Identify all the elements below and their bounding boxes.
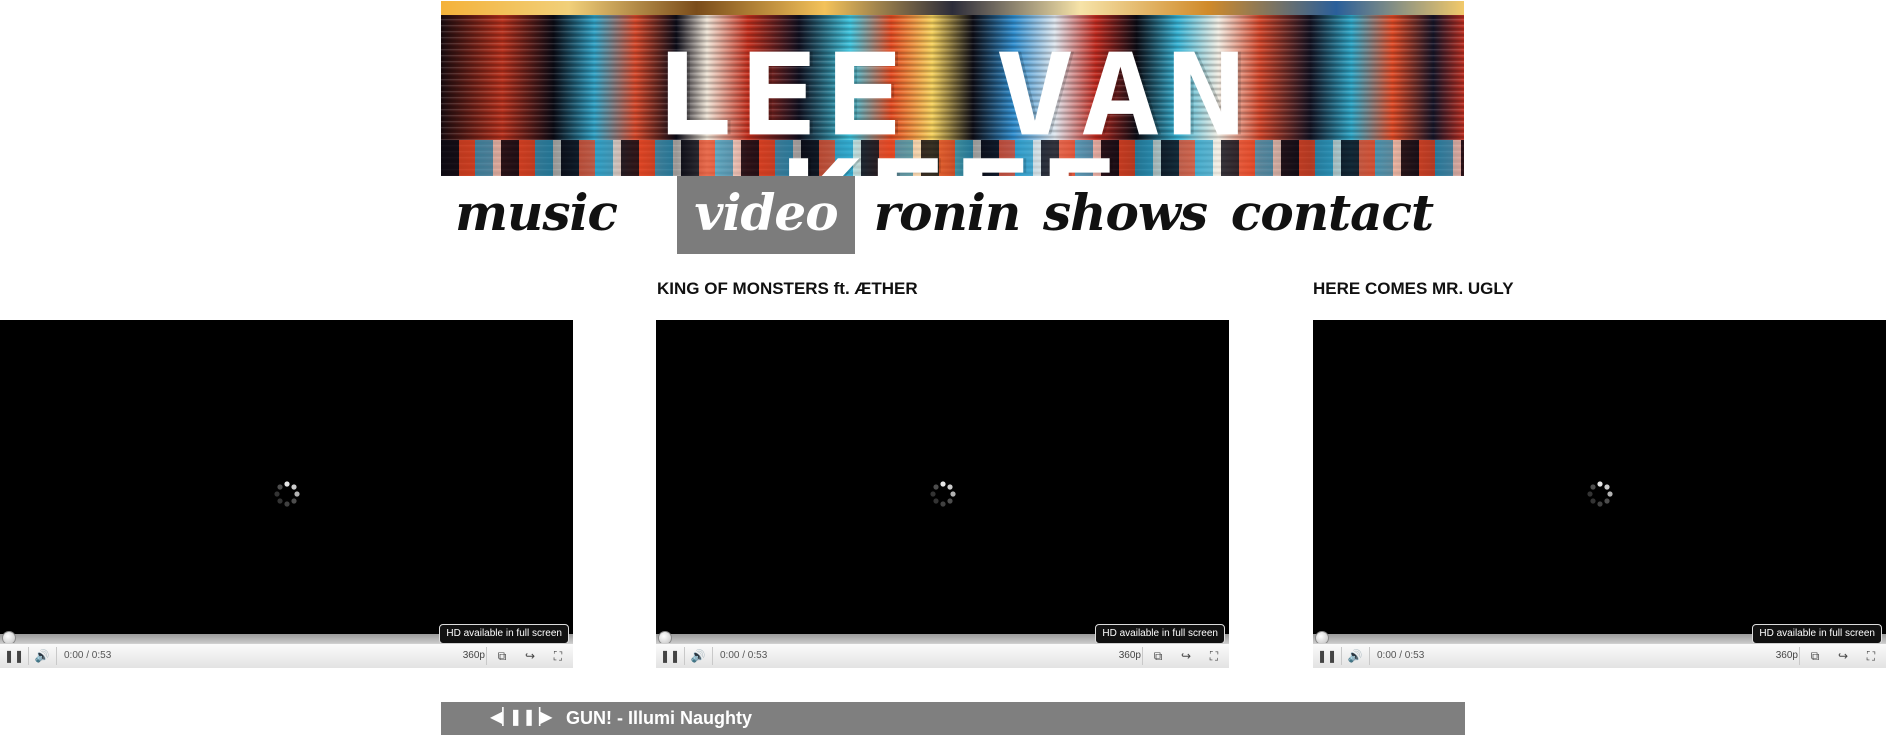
popout-icon[interactable]: ⧉ bbox=[1145, 644, 1171, 668]
nav-item-contact[interactable]: contact bbox=[1215, 176, 1449, 254]
volume-icon[interactable]: 🔊 bbox=[686, 644, 710, 668]
fullscreen-icon[interactable]: ⛶ bbox=[545, 644, 571, 668]
share-icon[interactable]: ↪ bbox=[517, 644, 543, 668]
nav-item-music[interactable]: music bbox=[441, 176, 631, 254]
hd-tooltip: HD available in full screen bbox=[1752, 624, 1882, 644]
player-controls: ❚❚ 🔊 0:00 / 0:53 360p ⧉ ↪ ⛶ bbox=[1313, 643, 1886, 668]
hd-tooltip: HD available in full screen bbox=[1095, 624, 1225, 644]
video-player[interactable]: HD available in full screen ❚❚ 🔊 0:00 / … bbox=[656, 320, 1229, 668]
popout-icon[interactable]: ⧉ bbox=[1802, 644, 1828, 668]
share-icon[interactable]: ↪ bbox=[1173, 644, 1199, 668]
player-controls: ❚❚ 🔊 0:00 / 0:53 360p ⧉ ↪ ⛶ bbox=[0, 643, 573, 668]
nav-item-shows[interactable]: shows bbox=[1041, 176, 1209, 254]
video-title: KING OF MONSTERS ft. ÆTHER bbox=[657, 279, 918, 298]
popout-icon[interactable]: ⧉ bbox=[489, 644, 515, 668]
pause-icon[interactable]: ❚❚ bbox=[509, 707, 536, 729]
video-player[interactable]: HD available in full screen ❚❚ 🔊 0:00 / … bbox=[1313, 320, 1886, 668]
site-banner: LEE VAN KEEF bbox=[441, 1, 1464, 176]
quality-selector[interactable]: 360p bbox=[1119, 644, 1141, 668]
volume-icon[interactable]: 🔊 bbox=[1343, 644, 1367, 668]
video-title: HERE COMES MR. UGLY bbox=[1313, 279, 1514, 298]
fullscreen-icon[interactable]: ⛶ bbox=[1201, 644, 1227, 668]
nav-item-video[interactable]: video bbox=[677, 176, 855, 254]
site-title: LEE VAN KEEF bbox=[653, 29, 1252, 176]
share-icon[interactable]: ↪ bbox=[1830, 644, 1856, 668]
nav-item-ronin[interactable]: ronin bbox=[861, 176, 1033, 254]
hd-tooltip: HD available in full screen bbox=[439, 624, 569, 644]
quality-selector[interactable]: 360p bbox=[463, 644, 485, 668]
main-nav: music video ronin shows contact bbox=[441, 176, 1464, 254]
time-display: 0:00 / 0:53 bbox=[1377, 650, 1425, 661]
quality-selector[interactable]: 360p bbox=[1776, 644, 1798, 668]
loading-spinner-icon bbox=[929, 481, 956, 507]
skip-back-icon[interactable]: ◀▏ bbox=[490, 707, 515, 729]
now-playing-track: GUN! - Illumi Naughty bbox=[566, 708, 752, 728]
loading-spinner-icon bbox=[273, 481, 300, 507]
pause-icon[interactable]: ❚❚ bbox=[658, 644, 682, 668]
time-display: 0:00 / 0:53 bbox=[64, 650, 112, 661]
loading-spinner-icon bbox=[1586, 481, 1613, 507]
music-player-bar: ◀▏ ❚❚ ▕▶ GUN! - Illumi Naughty bbox=[441, 702, 1465, 735]
fullscreen-icon[interactable]: ⛶ bbox=[1858, 644, 1884, 668]
pause-icon[interactable]: ❚❚ bbox=[1315, 644, 1339, 668]
pause-icon[interactable]: ❚❚ bbox=[2, 644, 26, 668]
player-controls: ❚❚ 🔊 0:00 / 0:53 360p ⧉ ↪ ⛶ bbox=[656, 643, 1229, 668]
time-display: 0:00 / 0:53 bbox=[720, 650, 768, 661]
skip-forward-icon[interactable]: ▕▶ bbox=[528, 707, 553, 729]
volume-icon[interactable]: 🔊 bbox=[30, 644, 54, 668]
video-player[interactable]: HD available in full screen ❚❚ 🔊 0:00 / … bbox=[0, 320, 573, 668]
